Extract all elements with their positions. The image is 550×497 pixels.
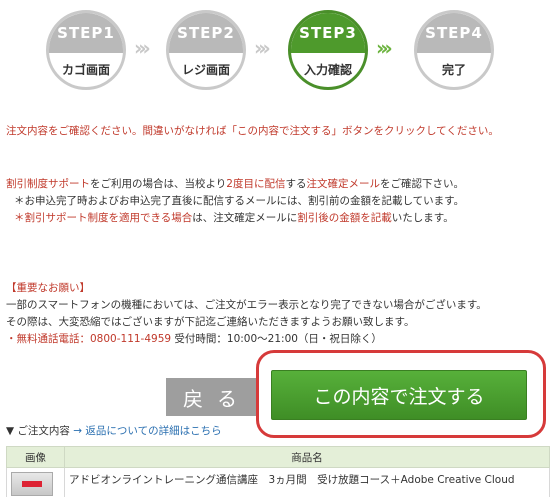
step-3-label: 入力確認 — [303, 63, 352, 77]
phone-number: ・無料通話電話：0800-111-4959 — [6, 333, 172, 345]
discount-highlight: 2度目に配信 — [226, 178, 286, 190]
step-3: STEP3 入力確認 — [288, 10, 368, 90]
step-2-badge: STEP2 — [169, 13, 243, 53]
column-header-image: 画像 — [6, 446, 65, 468]
discount-line-3: ＊割引サポート制度を適用できる場合は、注文確定メールに割引後の金額を記載いたしま… — [14, 211, 454, 225]
discount-text: は、注文確定メールに — [192, 212, 298, 224]
discount-bullet: ＊ — [14, 212, 25, 224]
table-row: アドビオンライントレーニング通信講座 3ヵ月間 受け放題コース＋Adobe Cr… — [6, 467, 550, 497]
column-header-product: 商品名 — [64, 446, 550, 468]
discount-highlight: 注文確定メール — [306, 178, 380, 190]
discount-text: をご確認下さい。 — [379, 178, 464, 190]
important-heading: 【重要なお願い】 — [6, 282, 90, 294]
important-contact: ・無料通話電話：0800-111-4959 受付時間：10:00～21:00（日… — [6, 332, 382, 346]
step-4-badge: STEP4 — [417, 13, 491, 53]
discount-text: する — [285, 178, 307, 190]
step-separator: ››› — [134, 36, 151, 60]
step-1: STEP1 カゴ画面 — [46, 10, 126, 90]
discount-text: いたします。 — [391, 212, 454, 224]
order-links: ▼ ご注文内容 → 返品についての詳細はこちら — [6, 423, 222, 438]
step-1-label: カゴ画面 — [61, 63, 110, 77]
important-line-1: 一部のスマートフォンの機種においては、ご注文がエラー表示となり完了できない場合が… — [6, 299, 487, 311]
discount-line-2: ＊お申込完了時およびお申込完了直後に配信するメールには、割引前の金額を記載してい… — [14, 195, 465, 207]
step-4: STEP4 完了 — [414, 10, 494, 90]
place-order-button[interactable]: この内容で注文する — [271, 370, 527, 420]
confirm-notice: 注文内容をご確認ください。間違いがなければ「この内容で注文する」ボタンをクリック… — [6, 125, 499, 137]
step-1-badge: STEP1 — [49, 13, 123, 53]
step-separator: ››› — [254, 36, 271, 60]
returns-link[interactable]: → 返品についての詳細はこちら — [73, 425, 221, 437]
step-4-label: 完了 — [441, 63, 466, 77]
discount-support-text: 割引制度サポート — [6, 178, 90, 190]
step-2: STEP2 レジ画面 — [166, 10, 246, 90]
step-separator: ››› — [376, 36, 393, 60]
table-header-row: 画像 商品名 — [6, 446, 550, 468]
product-thumbnail — [11, 472, 53, 496]
discount-text: をご利用の場合は、当校より — [90, 178, 227, 190]
checkout-steps: STEP1 カゴ画面 ››› STEP2 レジ画面 ››› STEP3 入力確認… — [0, 0, 550, 90]
support-hours: 受付時間：10:00～21:00（日・祝日除く） — [174, 333, 382, 345]
discount-line-1: 割引制度サポートをご利用の場合は、当校より2度目に配信する注文確定メールをご確認… — [6, 177, 464, 191]
back-button[interactable]: 戻る — [166, 378, 256, 416]
discount-highlight: 割引サポート制度を適用できる場合 — [24, 212, 193, 224]
discount-highlight: 割引後の金額を記載 — [297, 212, 392, 224]
order-contents-heading: ▼ ご注文内容 — [6, 425, 70, 437]
important-line-2: その際は、大変恐縮ではございますが下記迄ご連絡いただきますようお願い致します。 — [6, 316, 415, 328]
order-items-table: 画像 商品名 アドビオンライントレーニング通信講座 3ヵ月間 受け放題コース＋A… — [6, 446, 550, 497]
step-2-label: レジ画面 — [181, 63, 230, 77]
step-3-badge: STEP3 — [291, 13, 365, 53]
product-thumbnail-cell — [6, 467, 65, 497]
product-name: アドビオンライントレーニング通信講座 3ヵ月間 受け放題コース＋Adobe Cr… — [64, 467, 550, 497]
